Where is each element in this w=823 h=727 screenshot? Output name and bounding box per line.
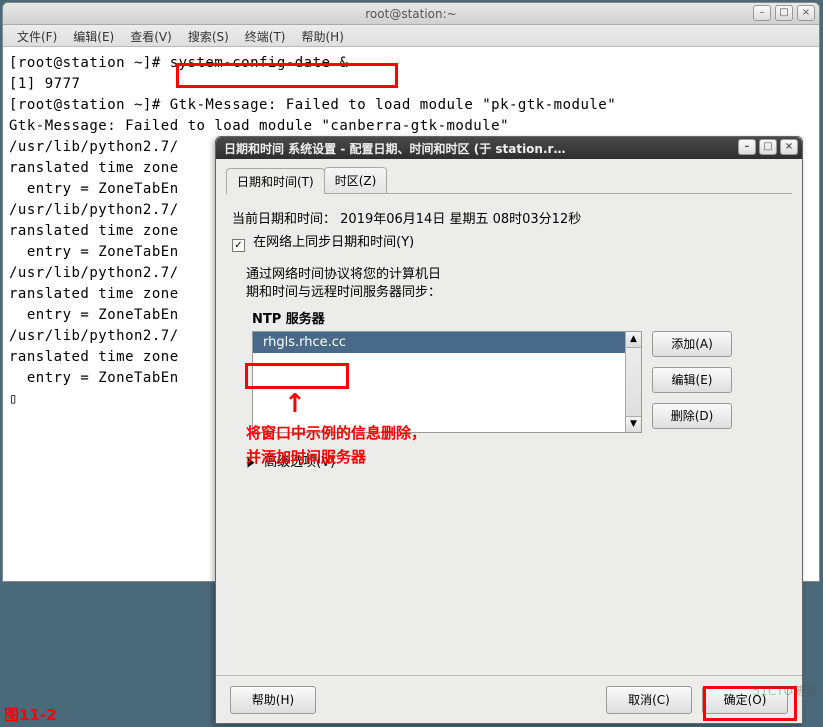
ntp-server-item[interactable]: rhgls.rhce.cc bbox=[253, 332, 625, 353]
ntp-servers-label: NTP 服务器 bbox=[252, 308, 776, 327]
menu-help[interactable]: 帮助(H) bbox=[294, 25, 352, 46]
add-button[interactable]: 添加(A) bbox=[652, 331, 732, 357]
edit-button[interactable]: 编辑(E) bbox=[652, 367, 732, 393]
figure-label: 图11-2 bbox=[4, 704, 57, 725]
menu-view[interactable]: 查看(V) bbox=[122, 25, 180, 46]
annotation-arrow-icon: ↑ bbox=[284, 389, 306, 419]
sync-row: ✓ 在网络上同步日期和时间(Y) bbox=[232, 231, 786, 252]
current-datetime-row: 当前日期和时间： 2019年06月14日 星期五 08时03分12秒 bbox=[232, 208, 786, 227]
menu-search[interactable]: 搜索(S) bbox=[180, 25, 237, 46]
tab-datetime[interactable]: 日期和时间(T) bbox=[226, 168, 325, 194]
sync-description: 通过网络时间协议将您的计算机日 期和时间与远程时间服务器同步： bbox=[246, 266, 786, 302]
current-datetime-value: 2019年06月14日 星期五 08时03分12秒 bbox=[340, 212, 581, 227]
dialog-title: 日期和时间 系统设置 - 配置日期、时间和时区 (于 station.r… bbox=[224, 142, 565, 156]
dialog-footer: 帮助(H) 取消(C) 确定(O) bbox=[216, 675, 802, 723]
tab-timezone[interactable]: 时区(Z) bbox=[324, 167, 388, 193]
sync-checkbox-label: 在网络上同步日期和时间(Y) bbox=[253, 235, 414, 250]
listbox-scrollbar[interactable]: ▲ ▼ bbox=[625, 332, 641, 432]
maximize-button[interactable]: □ bbox=[775, 5, 793, 21]
annotation-text: 将窗口中示例的信息删除， 并添加时间服务器 bbox=[246, 421, 426, 469]
watermark: 51CTO博客 bbox=[753, 682, 817, 699]
scroll-down-button[interactable]: ▼ bbox=[626, 416, 641, 432]
dialog-close-button[interactable]: × bbox=[780, 139, 798, 155]
dialog-titlebar: 日期和时间 系统设置 - 配置日期、时间和时区 (于 station.r… – … bbox=[216, 137, 802, 159]
datetime-dialog: 日期和时间 系统设置 - 配置日期、时间和时区 (于 station.r… – … bbox=[215, 136, 803, 724]
cancel-button[interactable]: 取消(C) bbox=[606, 686, 692, 714]
terminal-titlebar: root@station:~ – □ × bbox=[3, 3, 819, 25]
menu-terminal[interactable]: 终端(T) bbox=[237, 25, 294, 46]
scroll-up-button[interactable]: ▲ bbox=[626, 332, 641, 348]
menu-edit[interactable]: 编辑(E) bbox=[65, 25, 122, 46]
delete-button[interactable]: 删除(D) bbox=[652, 403, 732, 429]
current-datetime-label: 当前日期和时间： bbox=[232, 212, 336, 227]
sync-checkbox[interactable]: ✓ bbox=[232, 239, 245, 252]
terminal-menubar: 文件(F) 编辑(E) 查看(V) 搜索(S) 终端(T) 帮助(H) bbox=[3, 25, 819, 47]
dialog-tabs: 日期和时间(T) 时区(Z) bbox=[226, 167, 792, 194]
dialog-maximize-button[interactable]: □ bbox=[759, 139, 777, 155]
ntp-server-listbox[interactable]: rhgls.rhce.cc ▲ ▼ bbox=[252, 331, 642, 433]
dialog-minimize-button[interactable]: – bbox=[738, 139, 756, 155]
menu-file[interactable]: 文件(F) bbox=[9, 25, 65, 46]
terminal-title: root@station:~ bbox=[365, 7, 456, 21]
minimize-button[interactable]: – bbox=[753, 5, 771, 21]
help-button[interactable]: 帮助(H) bbox=[230, 686, 316, 714]
close-button[interactable]: × bbox=[797, 5, 815, 21]
